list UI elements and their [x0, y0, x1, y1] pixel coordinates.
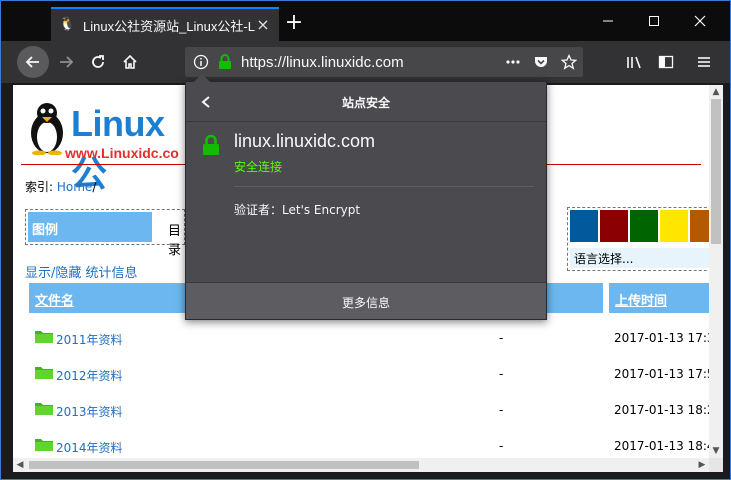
upload-time: 2017-01-13 17:3	[614, 331, 709, 345]
penguin-icon: 🐧	[59, 17, 76, 32]
breadcrumb-home-link[interactable]: Home	[57, 180, 92, 194]
scroll-up-icon[interactable]: ▲	[709, 85, 723, 99]
vertical-scroll-thumb[interactable]	[711, 99, 721, 244]
upload-time: 2017-01-13 18:2	[614, 403, 709, 417]
back-button[interactable]	[17, 46, 49, 78]
color-swatch-blue[interactable]	[570, 210, 598, 242]
url-text[interactable]: https://linux.linuxidc.com	[241, 54, 499, 71]
legend-label: 图例	[28, 212, 152, 242]
minimize-button[interactable]	[585, 1, 631, 41]
table-row[interactable]: 2011年资料 - 2017-01-13 17:3	[33, 329, 709, 349]
horizontal-scroll-thumb[interactable]	[29, 461, 419, 469]
lock-icon	[203, 134, 219, 155]
theme-color-picker: 语言选择...	[567, 207, 709, 271]
breadcrumb-separator: /	[92, 180, 97, 194]
nav-toolbar: https://linux.linuxidc.com	[1, 41, 730, 83]
more-horizontal-icon	[506, 60, 520, 64]
file-size: -	[499, 403, 504, 417]
file-size: -	[499, 331, 504, 345]
arrow-left-icon	[25, 56, 39, 68]
maximize-button[interactable]	[631, 1, 677, 41]
folder-icon	[35, 331, 53, 343]
pocket-icon	[535, 57, 547, 67]
panel-header: 站点安全	[186, 82, 546, 122]
page-actions-button[interactable]	[499, 48, 527, 76]
file-size: -	[499, 367, 504, 381]
library-button[interactable]	[619, 47, 649, 77]
menu-button[interactable]	[689, 47, 719, 77]
table-row[interactable]: 2013年资料 - 2017-01-13 18:2	[33, 401, 709, 421]
panel-hostname: linux.linuxidc.com	[234, 131, 376, 151]
reload-icon	[92, 55, 104, 68]
sidebar-icon	[658, 55, 674, 69]
arrow-right-icon	[60, 56, 74, 68]
close-window-button[interactable]	[677, 1, 723, 41]
file-name-link[interactable]: 2013年资料	[56, 403, 123, 420]
library-icon	[627, 56, 641, 69]
tab-title: Linux公社资源站_Linux公社-Li	[83, 18, 255, 34]
toggle-stats-link[interactable]: 显示/隐藏 统计信息	[25, 262, 138, 281]
sidebar-button[interactable]	[651, 47, 681, 77]
certificate-verifier: 验证者：Let's Encrypt	[234, 203, 361, 217]
file-name-link[interactable]: 2011年资料	[56, 331, 123, 348]
home-icon	[123, 54, 137, 69]
color-swatch-orange[interactable]	[690, 210, 709, 242]
reload-button[interactable]	[83, 47, 113, 77]
logo-subtext: www.Linuxidc.co	[65, 145, 179, 161]
close-icon	[694, 15, 706, 27]
info-icon[interactable]	[191, 52, 211, 72]
new-tab-button[interactable]: +	[283, 11, 305, 37]
lock-icon[interactable]	[215, 52, 235, 72]
horizontal-scrollbar[interactable]: ◀ ▶	[13, 458, 709, 472]
minimize-icon	[603, 20, 613, 22]
star-icon	[561, 54, 577, 70]
penguin-logo-icon	[31, 103, 63, 155]
table-row[interactable]: 2012年资料 - 2017-01-13 17:5	[33, 365, 709, 385]
tab-linuxidc[interactable]: 🐧 Linux公社资源站_Linux公社-Li ×	[51, 7, 279, 41]
close-tab-icon[interactable]: ×	[255, 17, 271, 33]
panel-title: 站点安全	[341, 96, 390, 110]
popup-arrow	[194, 74, 210, 82]
scrollbar-corner	[709, 458, 723, 472]
breadcrumb-label: 索引:	[25, 180, 54, 194]
file-name-link[interactable]: 2014年资料	[56, 439, 123, 456]
secure-connection-status: 安全连接	[234, 160, 283, 174]
color-swatch-darkred[interactable]	[600, 210, 628, 242]
bookmark-star-button[interactable]	[555, 48, 583, 76]
folder-icon	[35, 403, 53, 415]
vertical-scrollbar[interactable]: ▲ ▼	[709, 85, 723, 458]
color-swatch-green[interactable]	[630, 210, 658, 242]
column-header-upload-time[interactable]: 上传时间	[609, 283, 709, 313]
forward-button[interactable]	[51, 47, 81, 77]
browser-window: 🐧 Linux公社资源站_Linux公社-Li × + https://linu…	[0, 0, 731, 480]
scroll-down-icon[interactable]: ▼	[709, 444, 723, 458]
maximize-icon	[649, 16, 659, 26]
table-row[interactable]: 2014年资料 - 2017-01-13 18:4	[33, 437, 709, 457]
upload-time: 2017-01-13 17:5	[614, 367, 709, 381]
tab-bar: 🐧 Linux公社资源站_Linux公社-Li × +	[1, 1, 730, 41]
folder-icon	[35, 439, 53, 451]
color-swatch-yellow[interactable]	[660, 210, 688, 242]
site-security-panel: 站点安全 linux.linuxidc.com 安全连接 验证者：Let's E…	[185, 74, 547, 320]
breadcrumb: 索引: Home/	[25, 178, 96, 195]
file-name-link[interactable]: 2012年资料	[56, 367, 123, 384]
more-info-button[interactable]: 更多信息	[186, 282, 546, 319]
folder-icon	[35, 367, 53, 379]
hamburger-menu-icon	[698, 57, 710, 67]
upload-time: 2017-01-13 18:4	[614, 439, 709, 453]
legend-directory-label: 目录	[168, 224, 182, 258]
scroll-left-icon[interactable]: ◀	[13, 458, 27, 472]
panel-divider	[234, 186, 534, 187]
language-select[interactable]: 语言选择...	[570, 248, 709, 268]
file-size: -	[499, 439, 504, 453]
scroll-right-icon[interactable]: ▶	[695, 458, 709, 472]
legend-box: 图例 目录	[25, 209, 185, 258]
url-bar[interactable]: https://linux.linuxidc.com	[185, 47, 583, 77]
site-logo[interactable]: Linux公 www.Linuxidc.co	[27, 101, 197, 194]
home-button[interactable]	[115, 47, 145, 77]
pocket-button[interactable]	[527, 48, 555, 76]
